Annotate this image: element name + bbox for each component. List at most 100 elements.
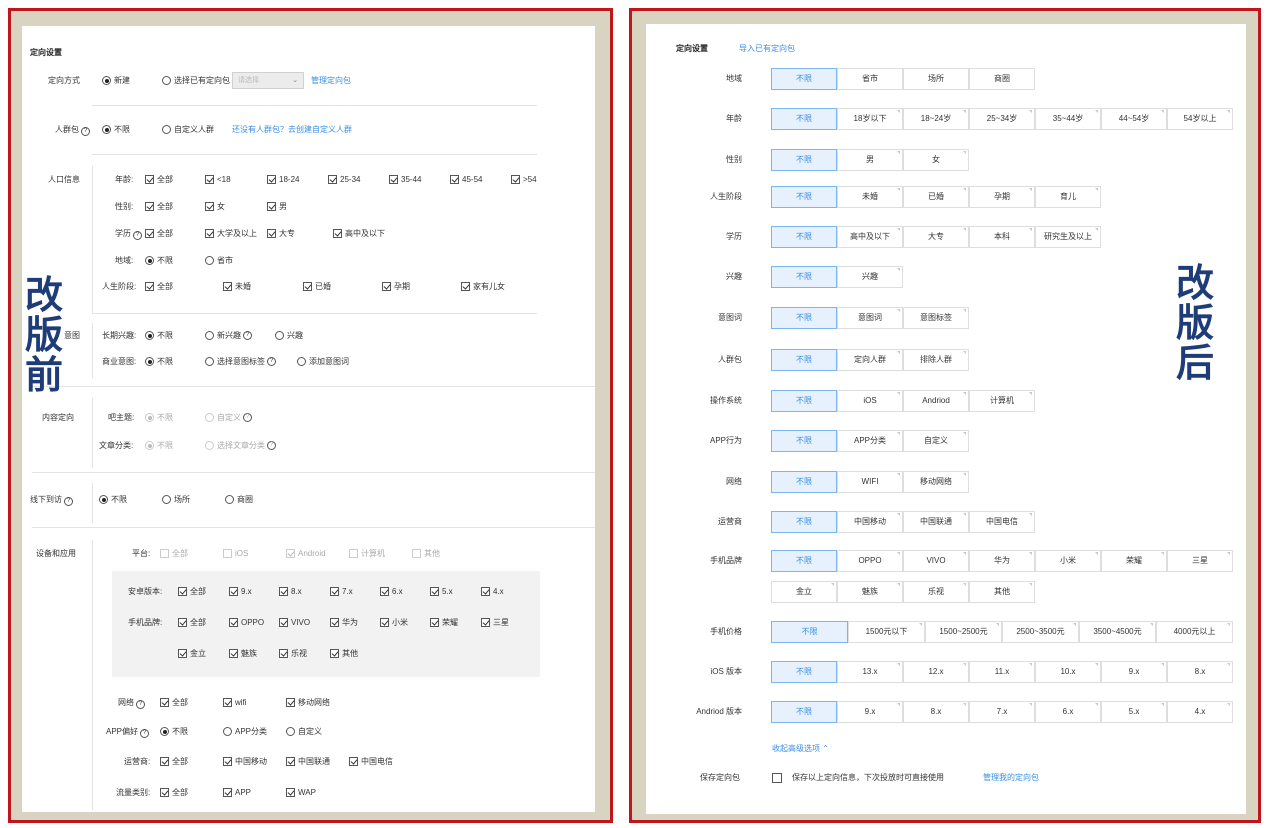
segment-option[interactable]: 4000元以上 [1156,621,1233,643]
segment-option[interactable]: 华为 [969,550,1035,572]
offline-unlimited[interactable]: 不限 [99,495,127,504]
edu-college[interactable]: 大学及以上 [205,229,257,238]
create-crowd-link[interactable]: 还没有人群包？去创建自定义人群 [232,126,352,134]
segment-option[interactable]: 12.x [903,661,969,683]
life-married[interactable]: 已婚 [303,282,331,291]
segment-option[interactable]: 不限 [771,307,837,329]
brand-letv[interactable]: 乐视 [279,649,307,658]
collapse-advanced-link[interactable]: 收起高级选项 ⌃ [772,745,829,753]
topic-unlimited[interactable]: 不限 [145,413,173,422]
segment-option[interactable]: 场所 [903,68,969,90]
network-mobile[interactable]: 移动网络 [286,698,330,707]
brand-all[interactable]: 全部 [178,618,206,627]
brand-vivo[interactable]: VIVO [279,618,310,627]
segment-option[interactable]: 1500~2500元 [925,621,1002,643]
segment-option[interactable]: 10.x [1035,661,1101,683]
segment-option[interactable]: 研究生及以上 [1035,226,1101,248]
segment-option[interactable]: 13.x [837,661,903,683]
segment-option[interactable]: 已婚 [903,186,969,208]
network-all[interactable]: 全部 [160,698,188,707]
segment-option[interactable]: 魅族 [837,581,903,603]
segment-option[interactable]: 4.x [1167,701,1233,723]
segment-option[interactable]: 35~44岁 [1035,108,1101,130]
segment-option[interactable]: 中国移动 [837,511,903,533]
platform-ios[interactable]: iOS [223,549,248,558]
segment-option[interactable]: 商圈 [969,68,1035,90]
segment-option[interactable]: 不限 [771,149,837,171]
segment-option[interactable]: 育儿 [1035,186,1101,208]
edu-all[interactable]: 全部 [145,229,173,238]
biz-tag[interactable]: 选择意图标签? [205,357,276,366]
life-children[interactable]: 家有儿女 [461,282,505,291]
segment-option[interactable]: 未婚 [837,186,903,208]
brand-xiaomi[interactable]: 小米 [380,618,408,627]
carrier-all[interactable]: 全部 [160,757,188,766]
segment-option[interactable]: 25~34岁 [969,108,1035,130]
import-package-link[interactable]: 导入已有定向包 [739,45,795,53]
platform-all[interactable]: 全部 [160,549,188,558]
cat-select[interactable]: 选择文章分类? [205,441,276,450]
carrier-telecom[interactable]: 中国电信 [349,757,393,766]
segment-option[interactable]: 不限 [771,108,837,130]
region-unlimited[interactable]: 不限 [145,256,173,265]
segment-option[interactable]: 18~24岁 [903,108,969,130]
segment-option[interactable]: 本科 [969,226,1035,248]
segment-option[interactable]: 小米 [1035,550,1101,572]
crowd-custom-radio[interactable]: 自定义人群 [162,125,214,134]
brand-huawei[interactable]: 华为 [330,618,358,627]
segment-option[interactable]: 移动网络 [903,471,969,493]
segment-option[interactable]: 定向人群 [837,349,903,371]
android-5[interactable]: 5.x [430,587,453,596]
segment-option[interactable]: 不限 [771,511,837,533]
segment-option[interactable]: 金立 [771,581,837,603]
app-unlimited[interactable]: 不限 [160,727,188,736]
segment-option[interactable]: 不限 [771,430,837,452]
offline-district[interactable]: 商圈 [225,495,253,504]
android-9[interactable]: 9.x [229,587,252,596]
android-all[interactable]: 全部 [178,587,206,596]
package-select[interactable]: 请选择 ⌄ [232,72,304,89]
segment-option[interactable]: 3500~4500元 [1079,621,1156,643]
topic-custom[interactable]: 自定义? [205,413,252,422]
gender-all[interactable]: 全部 [145,202,173,211]
segment-option[interactable]: 计算机 [969,390,1035,412]
android-6[interactable]: 6.x [380,587,403,596]
segment-option[interactable]: 11.x [969,661,1035,683]
long-unlimited[interactable]: 不限 [145,331,173,340]
traffic-app[interactable]: APP [223,788,251,797]
segment-option[interactable]: 不限 [771,550,837,572]
segment-option[interactable]: Andriod [903,390,969,412]
segment-option[interactable]: 意图标签 [903,307,969,329]
segment-option[interactable]: 乐视 [903,581,969,603]
android-8[interactable]: 8.x [279,587,302,596]
segment-option[interactable]: 其他 [969,581,1035,603]
segment-option[interactable]: 不限 [771,349,837,371]
segment-option[interactable]: 排除人群 [903,349,969,371]
segment-option[interactable]: 9.x [837,701,903,723]
segment-option[interactable]: 不限 [771,226,837,248]
segment-option[interactable]: 三星 [1167,550,1233,572]
age-45-54[interactable]: 45-54 [450,175,482,184]
segment-option[interactable]: 意图词 [837,307,903,329]
segment-option[interactable]: iOS [837,390,903,412]
brand-samsung[interactable]: 三星 [481,618,509,627]
age-25-34[interactable]: 25-34 [328,175,360,184]
biz-word[interactable]: 添加意图词 [297,357,349,366]
segment-option[interactable]: 54岁以上 [1167,108,1233,130]
segment-option[interactable]: 8.x [1167,661,1233,683]
traffic-wap[interactable]: WAP [286,788,316,797]
age-18-24[interactable]: 18-24 [267,175,299,184]
segment-option[interactable]: WIFI [837,471,903,493]
platform-android[interactable]: Android [286,549,326,558]
segment-option[interactable]: 男 [837,149,903,171]
offline-venue[interactable]: 场所 [162,495,190,504]
gender-male[interactable]: 男 [267,202,287,211]
segment-option[interactable]: 不限 [771,621,848,643]
segment-option[interactable]: 18岁以下 [837,108,903,130]
carrier-unicom[interactable]: 中国联通 [286,757,330,766]
segment-option[interactable]: 不限 [771,701,837,723]
biz-unlimited[interactable]: 不限 [145,357,173,366]
segment-option[interactable]: 6.x [1035,701,1101,723]
long-new[interactable]: 新兴趣? [205,331,252,340]
cat-unlimited[interactable]: 不限 [145,441,173,450]
